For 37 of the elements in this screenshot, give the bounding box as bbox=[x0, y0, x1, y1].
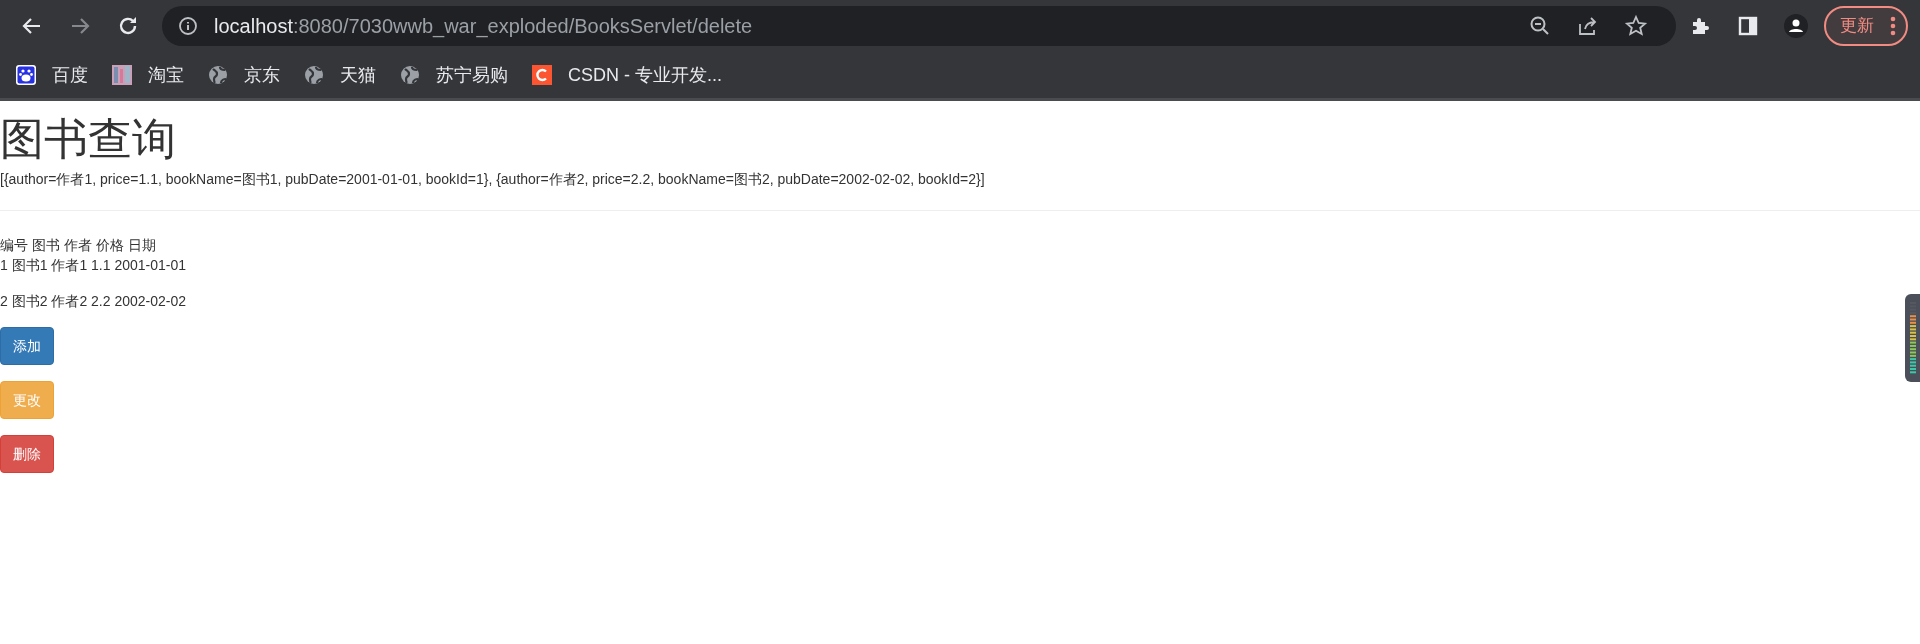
pixelated-favicon-icon bbox=[112, 65, 132, 85]
globe-icon bbox=[304, 65, 324, 85]
table-cell: 作者1 bbox=[51, 257, 88, 274]
delete-button[interactable]: 删除 bbox=[0, 435, 54, 474]
info-icon[interactable] bbox=[178, 16, 198, 36]
table-cell: 图书1 bbox=[11, 257, 48, 274]
table-cell: 1.1 bbox=[91, 257, 111, 274]
table-cell: 2 bbox=[0, 293, 8, 310]
column-header: 作者 bbox=[63, 237, 92, 254]
raw-data-text: [{author=作者1, price=1.1, bookName=图书1, pubDate=2001-01-01, bookId=1}, {author=作者2, price=2.2, bookName=图书2, pubDate=2002-02-02, bookId=2}] bbox=[0, 170, 986, 190]
bookmark-link[interactable]: 天猫 bbox=[340, 61, 376, 89]
table-cell: 2002-02-02 bbox=[114, 293, 187, 310]
globe-icon bbox=[208, 65, 228, 85]
avatar-icon[interactable] bbox=[1784, 14, 1808, 38]
add-button[interactable]: 添加 bbox=[0, 327, 54, 366]
table-cell: 2.2 bbox=[91, 293, 111, 310]
column-header: 图书 bbox=[31, 237, 60, 254]
bookmark-link[interactable]: 百度 bbox=[52, 61, 88, 89]
bookmark-link[interactable]: 京东 bbox=[244, 61, 280, 89]
bookmark-link[interactable]: 苏宁易购 bbox=[436, 61, 508, 89]
update-button[interactable]: 更新 bbox=[1824, 6, 1908, 46]
globe-icon bbox=[400, 65, 420, 85]
column-header: 日期 bbox=[127, 237, 156, 254]
table-cell: 图书2 bbox=[11, 293, 48, 310]
more-icon bbox=[1890, 16, 1896, 36]
column-header: 价格 bbox=[95, 237, 124, 254]
bookmark-link[interactable]: 淘宝 bbox=[148, 61, 184, 89]
page-title: 图书查询 bbox=[0, 115, 177, 164]
column-header: 编号 bbox=[0, 237, 28, 254]
table-cell: 1 bbox=[0, 257, 8, 274]
baidu-paw-icon bbox=[16, 65, 36, 85]
table-cell: 2001-01-01 bbox=[114, 257, 187, 274]
side-panel-icon[interactable] bbox=[1736, 14, 1760, 38]
star-icon[interactable] bbox=[1624, 14, 1648, 38]
bookmark-link[interactable]: CSDN - 专业开发... bbox=[568, 61, 722, 89]
letter-c-icon bbox=[532, 65, 552, 85]
table-cell: 作者2 bbox=[51, 293, 88, 310]
